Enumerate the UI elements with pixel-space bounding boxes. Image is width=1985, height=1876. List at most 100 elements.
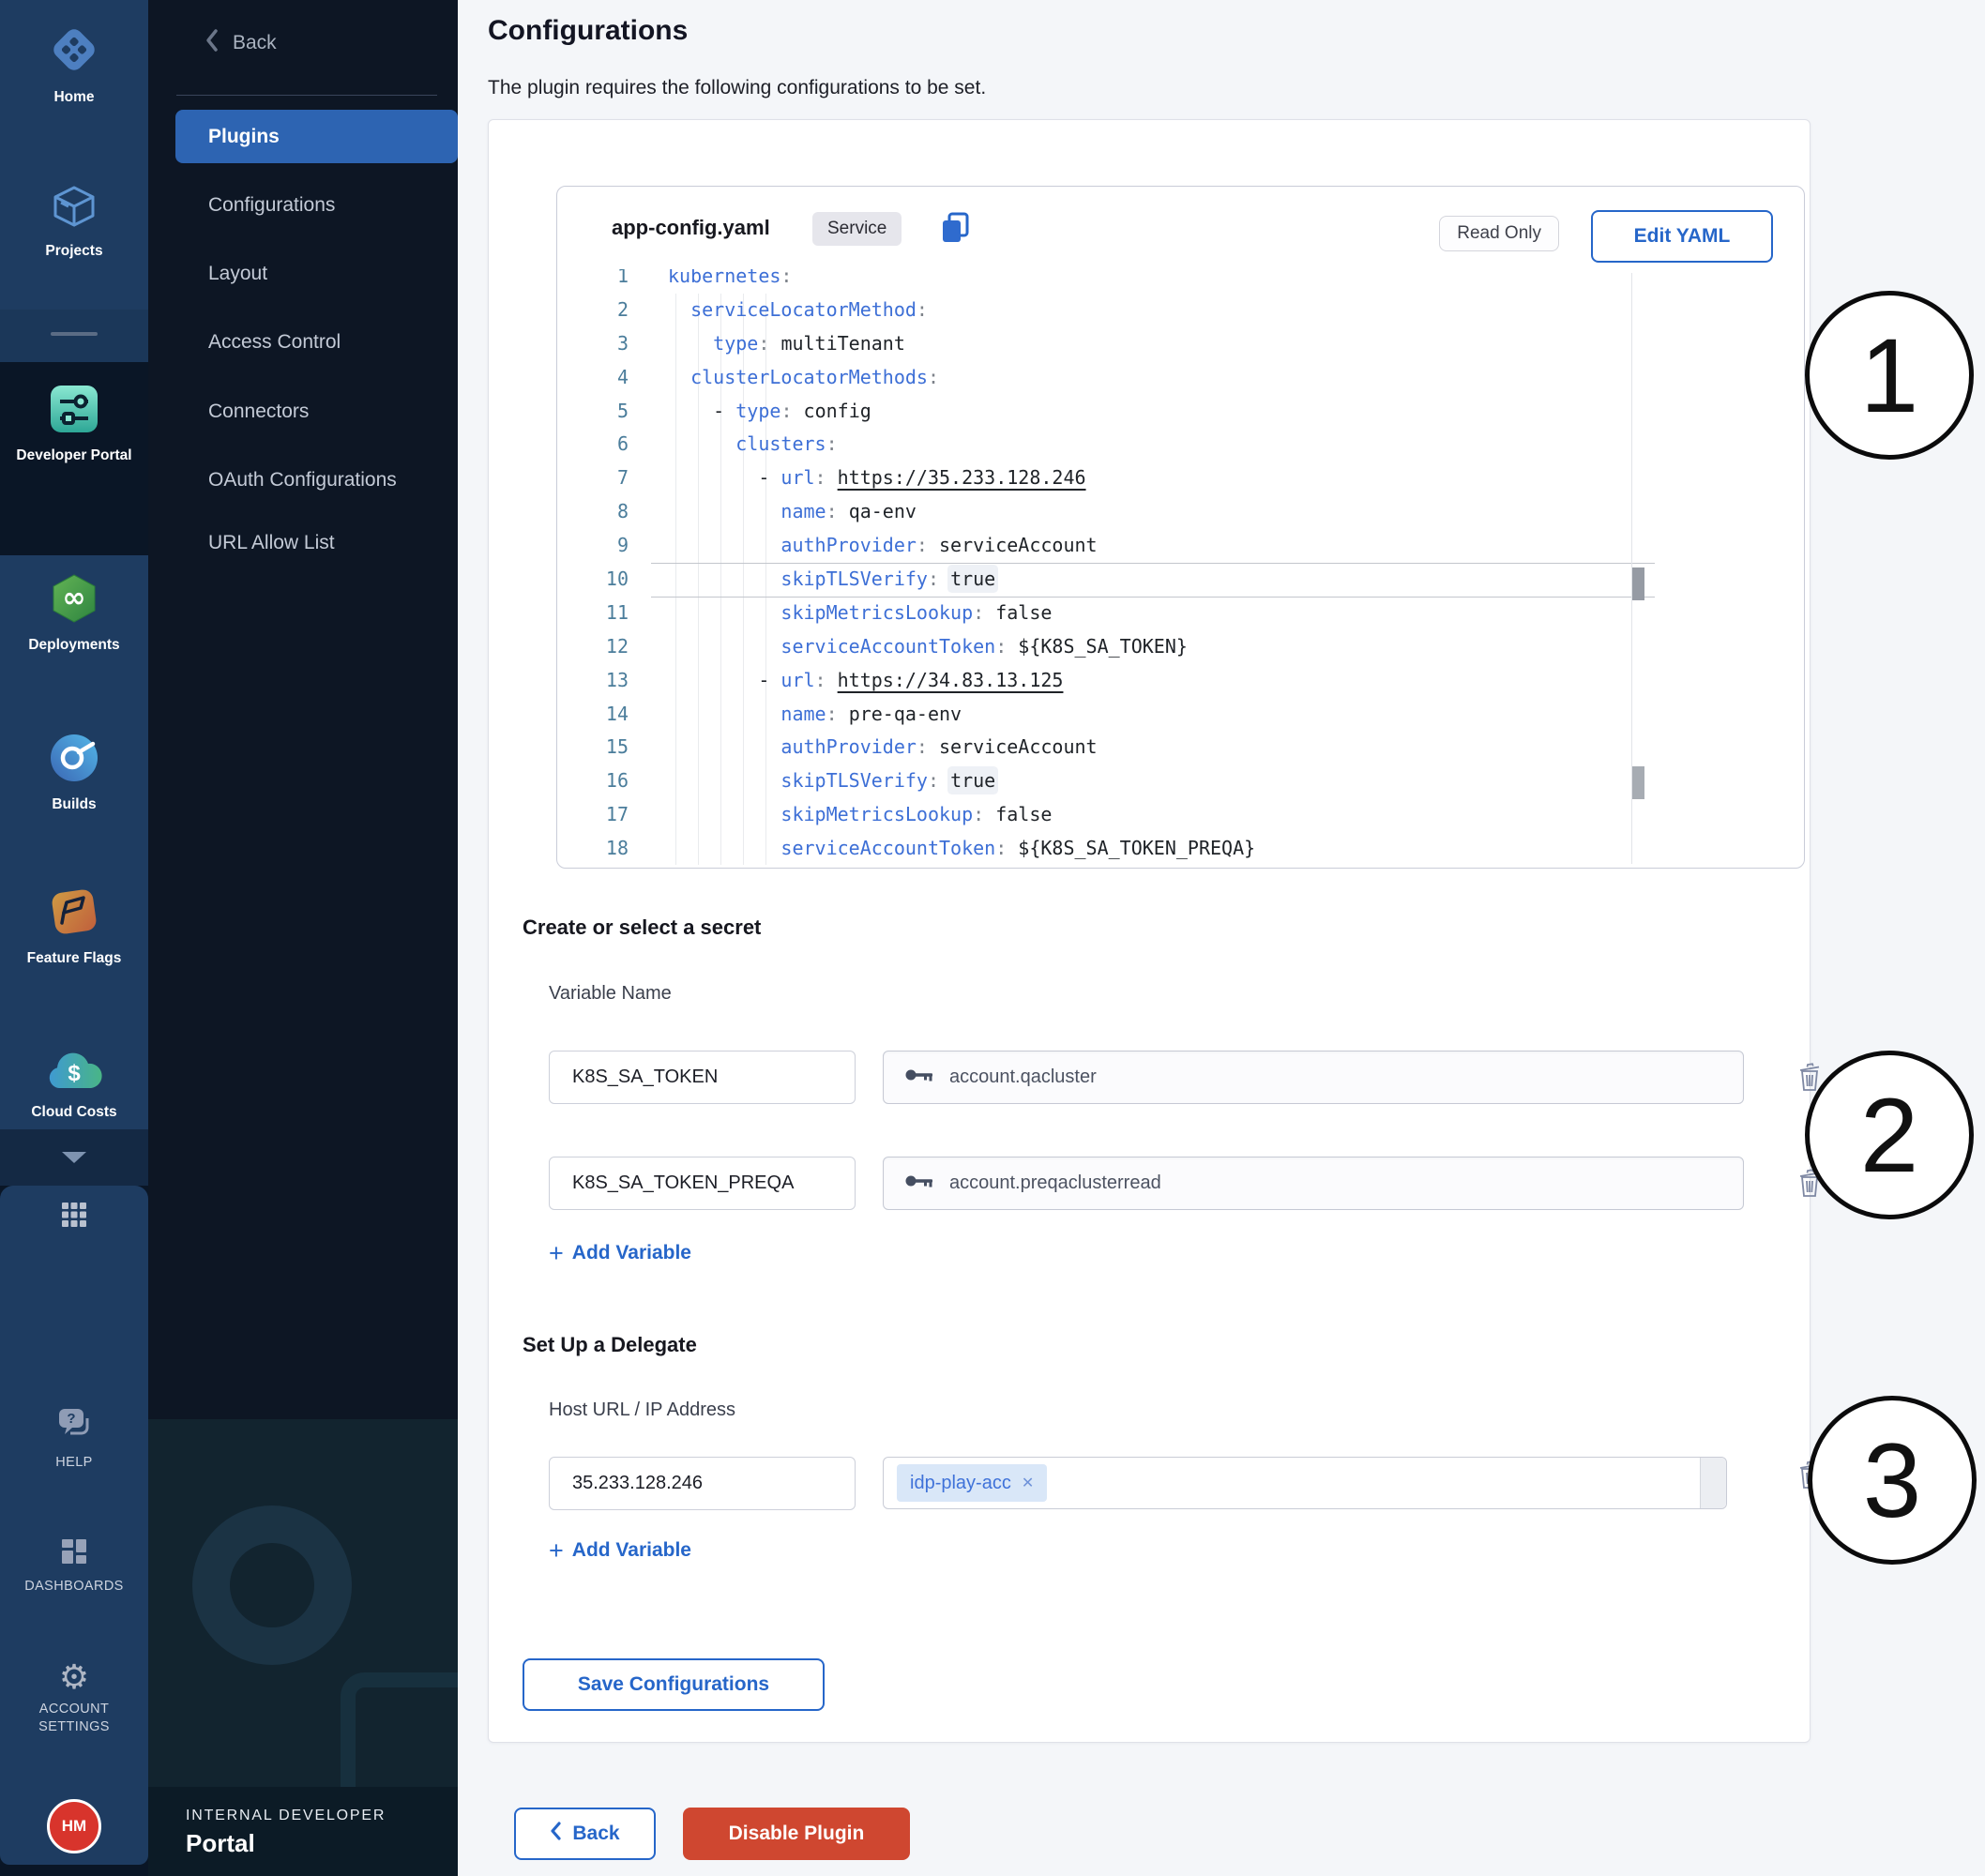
secret-select[interactable]: account.preqaclusterread (883, 1157, 1744, 1210)
rail-divider-dash (51, 332, 98, 336)
edit-yaml-button[interactable]: Edit YAML (1591, 210, 1773, 263)
sidebar-item-configurations[interactable]: Configurations (208, 194, 335, 217)
secret-select-value: account.preqaclusterread (949, 1172, 1161, 1194)
rail-item-label: Home (48, 88, 99, 106)
yaml-code: 1kubernetes:2 serviceLocatorMethod:3 typ… (557, 269, 1627, 866)
sidebar-item-plugins[interactable]: Plugins (175, 110, 458, 163)
annotation-circle-2: 2 (1805, 1051, 1974, 1219)
rail-item-developer-portal[interactable]: Developer Portal (0, 383, 148, 464)
rail-item-account-settings[interactable]: ⚙ ACCOUNT SETTINGS (0, 1660, 148, 1736)
chevron-down-icon (62, 1152, 86, 1163)
deployments-icon: ∞ (48, 572, 100, 629)
chevron-left-icon (550, 1822, 561, 1846)
rail-item-home[interactable]: Home (0, 23, 148, 106)
add-variable-button[interactable]: + Add Variable (549, 1242, 691, 1264)
svg-text:?: ? (67, 1411, 75, 1427)
host-url-input[interactable] (549, 1457, 856, 1510)
sidebar-item-label: Plugins (208, 126, 280, 148)
plus-icon: + (549, 1541, 564, 1560)
yaml-filename: app-config.yaml (612, 187, 770, 269)
rail-item-feature-flags[interactable]: Feature Flags (0, 885, 148, 967)
module-rail: Home Projects Developer Portal ∞ Deploym… (0, 0, 148, 1876)
apps-grid-icon (58, 1199, 90, 1235)
annotation-number: 1 (1860, 315, 1918, 436)
decorative-ring (192, 1505, 352, 1665)
rail-item-label: Builds (46, 795, 101, 813)
delegate-tag-input[interactable]: idp-play-acc ✕ (883, 1457, 1727, 1509)
delegate-row: idp-play-acc ✕ (489, 1457, 1811, 1510)
sidebar-item-access-control[interactable]: Access Control (208, 331, 341, 354)
variable-name-input[interactable] (549, 1157, 856, 1210)
delegate-tag-chip[interactable]: idp-play-acc ✕ (897, 1464, 1047, 1502)
copy-icon[interactable] (938, 211, 972, 250)
annotation-circle-1: 1 (1805, 291, 1974, 460)
rail-item-label: Projects (39, 242, 108, 260)
scrollbar-thumb[interactable] (1632, 766, 1644, 799)
rail-item-label: ACCOUNT SETTINGS (18, 1701, 130, 1736)
plugin-sidebar: Back Plugins Configurations Layout Acces… (148, 0, 458, 1876)
user-avatar[interactable]: HM (47, 1799, 101, 1853)
dashboards-icon (59, 1536, 89, 1571)
sidebar-divider (176, 95, 437, 96)
plus-icon: + (549, 1244, 564, 1263)
rail-section-divider (0, 310, 148, 362)
configurations-card: app-config.yaml Service Read Only Edit Y… (488, 119, 1811, 1743)
add-variable-label: Add Variable (572, 1242, 691, 1264)
annotation-circle-3: 3 (1808, 1396, 1977, 1565)
main-content: Configurations The plugin requires the f… (458, 0, 1985, 1876)
rail-item-builds[interactable]: Builds (0, 732, 148, 813)
rail-item-label: Developer Portal (10, 446, 137, 464)
back-button[interactable]: Back (514, 1808, 656, 1860)
sidebar-item-connectors[interactable]: Connectors (208, 401, 309, 423)
svg-text:∞: ∞ (63, 582, 86, 614)
sidebar-item-oauth-configurations[interactable]: OAuth Configurations (208, 469, 397, 492)
help-icon: ? (53, 1407, 95, 1447)
builds-icon (48, 732, 100, 789)
host-url-label: Host URL / IP Address (549, 1399, 735, 1421)
rail-item-projects[interactable]: Projects (0, 184, 148, 260)
delegate-heading: Set Up a Delegate (523, 1333, 697, 1357)
rail-section-bottom (0, 1186, 148, 1865)
footer-eyebrow: INTERNAL DEVELOPER (186, 1808, 458, 1824)
secret-row: account.qacluster (489, 1051, 1811, 1104)
scrollbar-thumb[interactable] (1632, 567, 1644, 600)
rail-item-label: Deployments (23, 636, 125, 654)
sidebar-item-layout[interactable]: Layout (208, 263, 267, 285)
back-nav[interactable]: Back (205, 28, 277, 58)
rail-item-cloud-costs[interactable]: $ Cloud Costs (0, 1049, 148, 1121)
annotation-number: 2 (1860, 1075, 1918, 1196)
secret-row: account.preqaclusterread (489, 1157, 1811, 1210)
sidebar-footer-caption: INTERNAL DEVELOPER Portal (148, 1787, 458, 1876)
rail-item-label: DASHBOARDS (19, 1578, 129, 1596)
disable-plugin-button[interactable]: Disable Plugin (683, 1808, 910, 1860)
rail-item-help[interactable]: ? HELP (0, 1407, 148, 1472)
apps-grid-button[interactable] (0, 1199, 148, 1235)
remove-tag-icon[interactable]: ✕ (1022, 1474, 1034, 1492)
tag-field-endcap (1700, 1458, 1726, 1508)
service-badge: Service (812, 212, 902, 246)
footer-title: Portal (186, 1829, 458, 1858)
secret-select-value: account.qacluster (949, 1067, 1097, 1088)
chevron-left-icon (205, 28, 220, 58)
sidebar-item-url-allow-list[interactable]: URL Allow List (208, 532, 335, 554)
rail-item-deployments[interactable]: ∞ Deployments (0, 572, 148, 654)
variable-name-label: Variable Name (549, 983, 672, 1005)
back-nav-label: Back (233, 32, 277, 54)
save-configurations-button[interactable]: Save Configurations (523, 1658, 825, 1711)
secret-select[interactable]: account.qacluster (883, 1051, 1744, 1104)
variable-name-input[interactable] (549, 1051, 856, 1104)
rail-collapse-strip[interactable] (0, 1129, 148, 1186)
cloud-costs-icon: $ (46, 1049, 102, 1097)
home-icon (47, 23, 101, 82)
back-button-label: Back (572, 1823, 619, 1845)
secrets-heading: Create or select a secret (523, 915, 761, 940)
rail-item-label: HELP (50, 1454, 98, 1472)
sidebar-footer-art: INTERNAL DEVELOPER Portal (148, 1419, 458, 1876)
yaml-panel: app-config.yaml Service Read Only Edit Y… (556, 186, 1805, 869)
rail-item-dashboards[interactable]: DASHBOARDS (0, 1536, 148, 1596)
add-delegate-variable-button[interactable]: + Add Variable (549, 1539, 691, 1562)
gear-icon: ⚙ (59, 1660, 89, 1694)
avatar-initials: HM (62, 1817, 86, 1836)
key-icon (904, 1067, 934, 1089)
developer-portal-icon (48, 383, 100, 440)
